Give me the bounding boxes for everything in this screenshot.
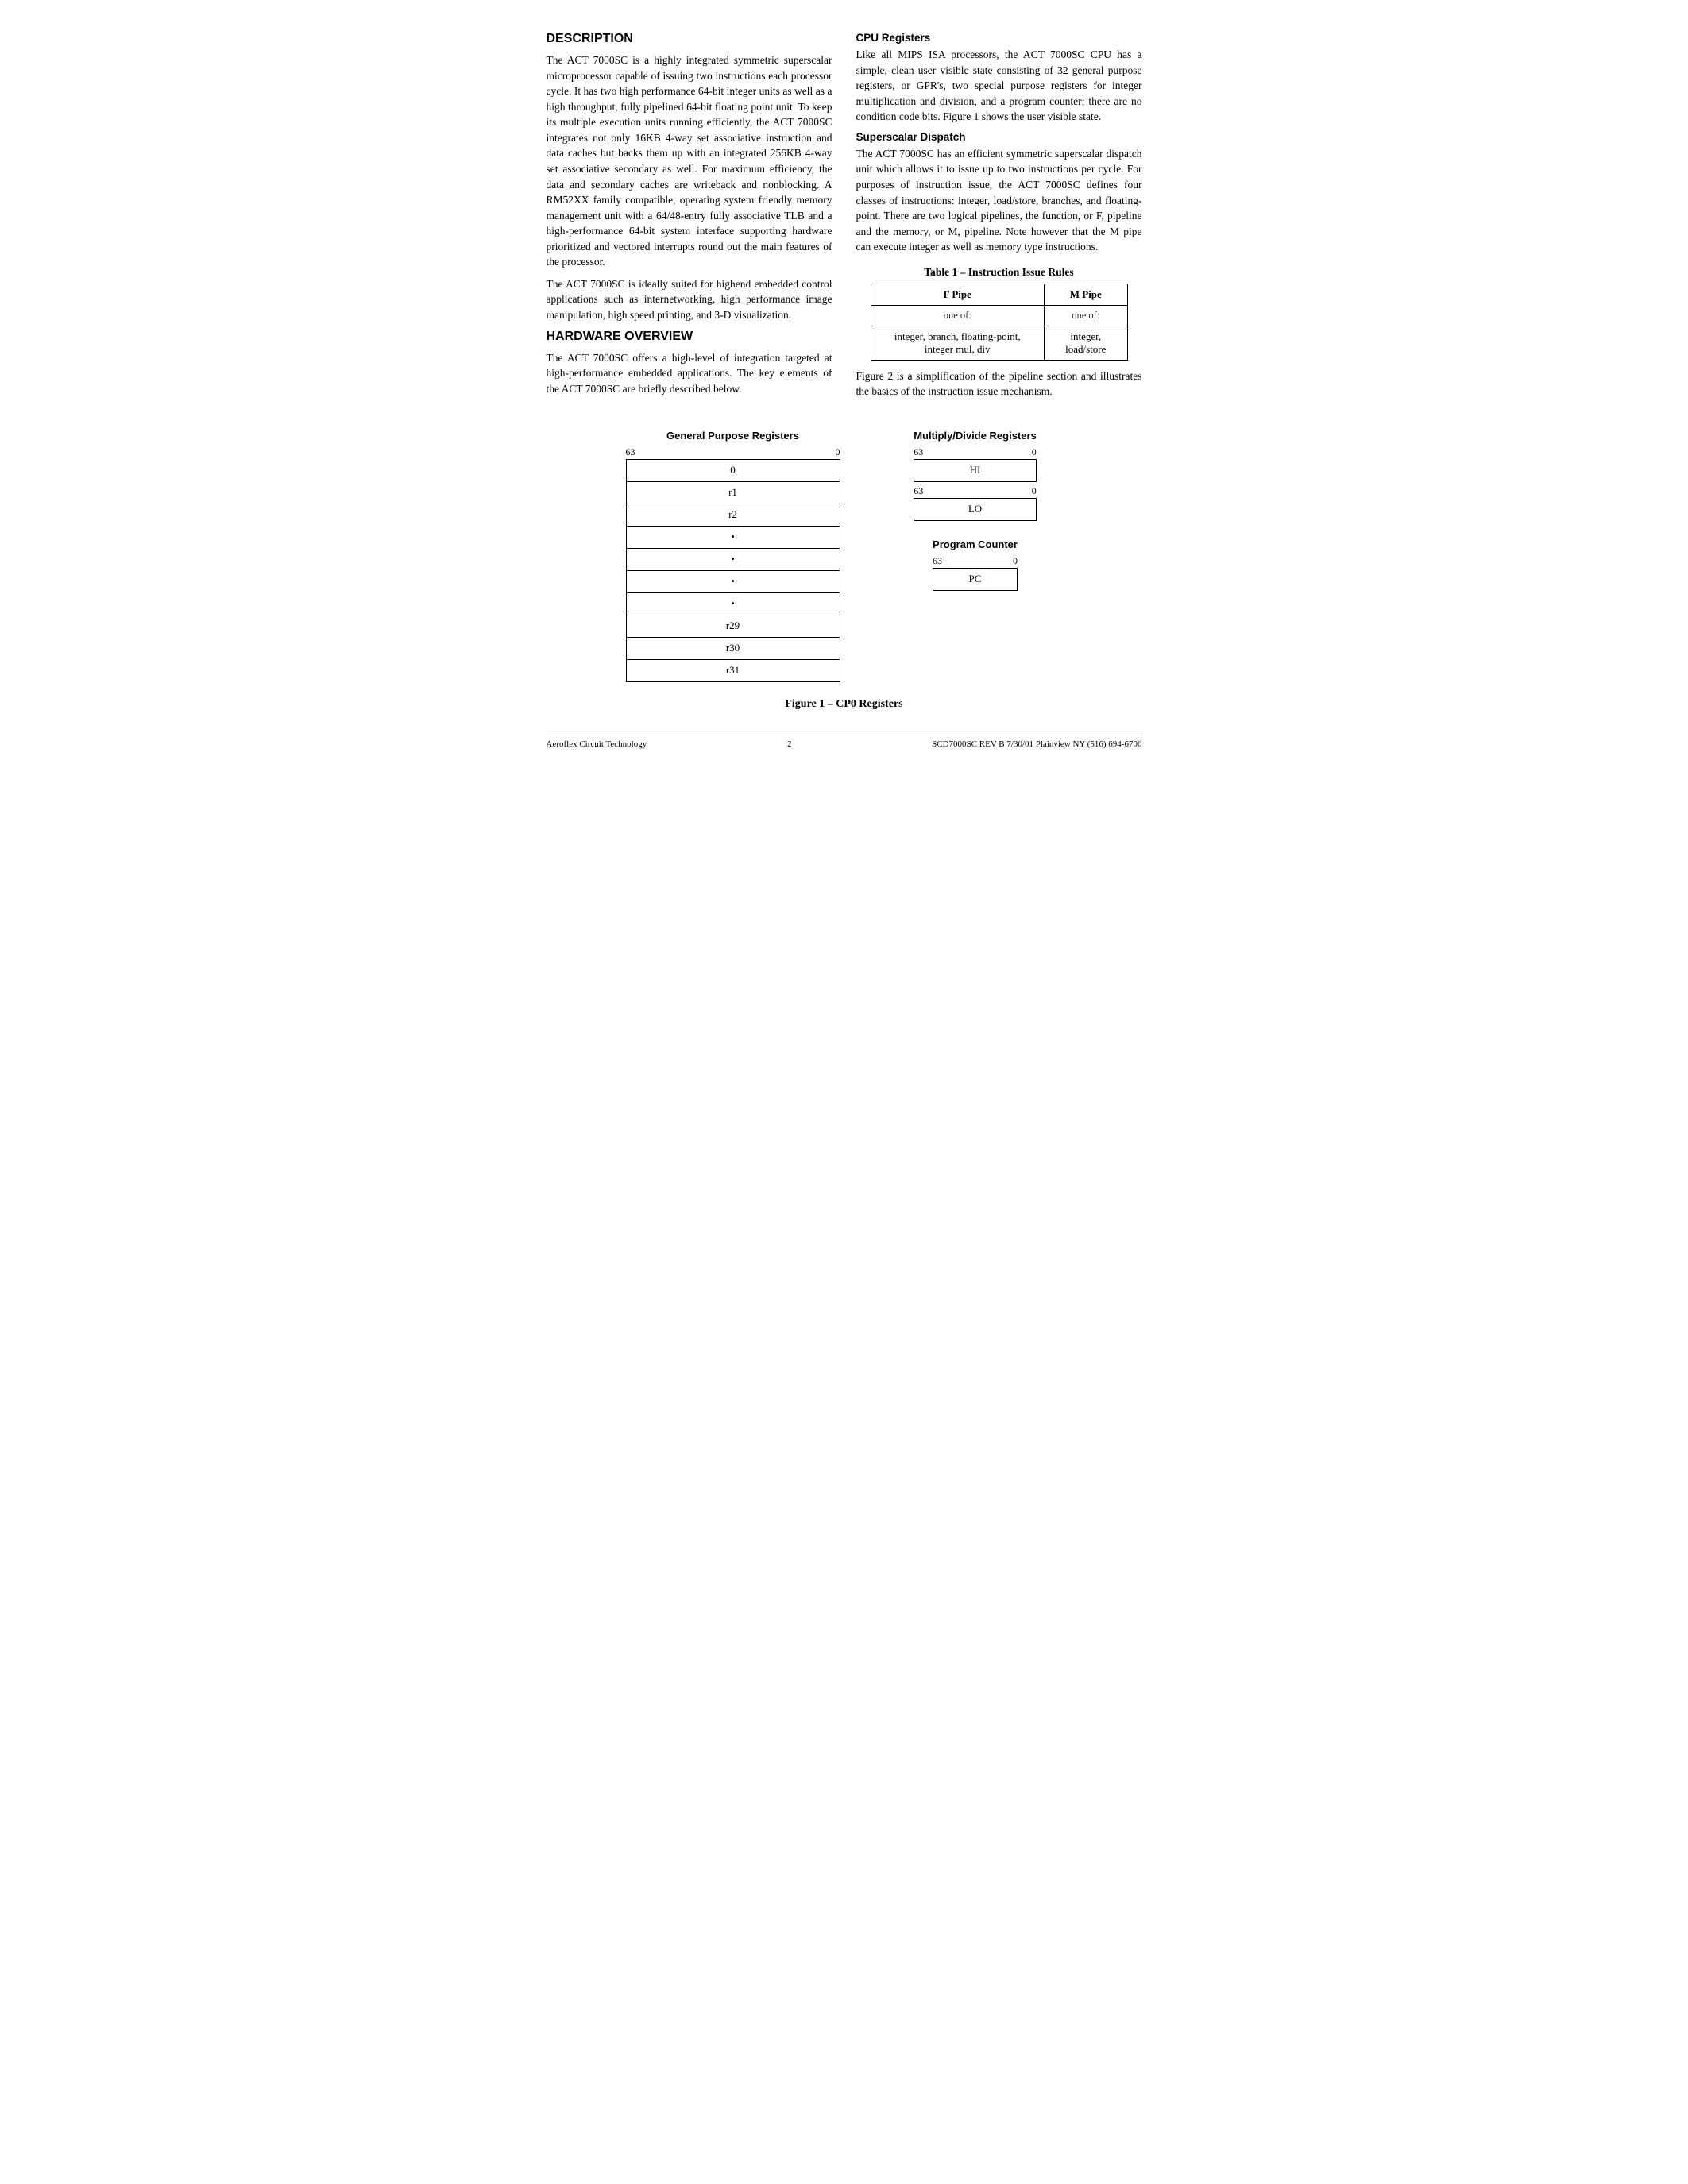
right-registers-block: Multiply/Divide Registers 63 0 HI 63 0 [888, 430, 1063, 682]
pc-label: Program Counter [933, 538, 1018, 550]
table-row-1: one of: one of: [871, 305, 1127, 326]
lo-register-row: LO [914, 498, 1037, 520]
gpr-row-31: r31 [626, 659, 840, 681]
page: DESCRIPTION The ACT 7000SC is a highly i… [547, 32, 1142, 905]
gpr-cell-0: 0 [626, 459, 840, 481]
lo-bit-low: 0 [1032, 485, 1037, 497]
footer-left: Aeroflex Circuit Technology [547, 739, 647, 749]
pc-bit-range: 63 0 [933, 555, 1018, 567]
figure-caption: Figure 1 – CP0 Registers [547, 698, 1142, 711]
gpr-bit-high: 63 [626, 446, 635, 458]
gpr-cell-dot1: • [626, 526, 840, 548]
gpr-label: General Purpose Registers [666, 430, 799, 442]
gpr-cell-dot3: • [626, 570, 840, 592]
gpr-table: 0 r1 r2 • • • [626, 459, 840, 682]
hi-bit-high: 63 [914, 446, 923, 458]
gpr-cell-2: r2 [626, 504, 840, 526]
hi-register-cell: HI [914, 459, 1037, 481]
gpr-bit-range: 63 0 [626, 446, 840, 458]
gpr-row-dot4: • [626, 592, 840, 615]
left-column: DESCRIPTION The ACT 7000SC is a highly i… [547, 32, 832, 406]
gpr-row-29: r29 [626, 615, 840, 637]
gpr-row-0: 0 [626, 459, 840, 481]
table-col1-header: F Pipe [871, 284, 1045, 305]
pc-bit-high: 63 [933, 555, 942, 567]
footer-right: SCD7000SC REV B 7/30/01 Plainview NY (51… [932, 739, 1141, 749]
pc-bit-low: 0 [1013, 555, 1018, 567]
description-para-2: The ACT 7000SC is ideally suited for hig… [547, 276, 832, 323]
hi-bit-range: 63 0 [914, 446, 1037, 458]
footer: Aeroflex Circuit Technology 2 SCD7000SC … [547, 735, 1142, 749]
table-row-2: integer, branch, floating-point, integer… [871, 326, 1127, 360]
table-row1-col2: one of: [1045, 305, 1127, 326]
gpr-cell-dot2: • [626, 548, 840, 570]
mul-div-label: Multiply/Divide Registers [914, 430, 1037, 442]
hi-register-table: HI [914, 459, 1037, 482]
footer-center: 2 [787, 739, 792, 749]
pc-register-row: PC [933, 568, 1018, 590]
cpu-registers-para: Like all MIPS ISA processors, the ACT 70… [856, 47, 1142, 125]
lo-bit-range: 63 0 [914, 485, 1037, 497]
lo-register-table: LO [914, 498, 1037, 521]
figures-section: General Purpose Registers 63 0 0 r1 r2 [547, 430, 1142, 682]
program-counter-group: Program Counter 63 0 PC [933, 538, 1018, 591]
gpr-figure: General Purpose Registers 63 0 0 r1 r2 [626, 430, 840, 682]
instruction-issue-table: F Pipe M Pipe one of: one of: integer, b… [871, 284, 1128, 361]
gpr-cell-29: r29 [626, 615, 840, 637]
gpr-cell-30: r30 [626, 637, 840, 659]
pc-register-cell: PC [933, 568, 1018, 590]
gpr-row-dot2: • [626, 548, 840, 570]
gpr-row-2: r2 [626, 504, 840, 526]
description-title: DESCRIPTION [547, 32, 832, 46]
table-col2-header: M Pipe [1045, 284, 1127, 305]
table-note: Figure 2 is a simplification of the pipe… [856, 369, 1142, 399]
gpr-bit-low: 0 [836, 446, 840, 458]
gpr-cell-31: r31 [626, 659, 840, 681]
right-column: CPU Registers Like all MIPS ISA processo… [856, 32, 1142, 406]
pc-register-table: PC [933, 568, 1018, 591]
hardware-overview-para: The ACT 7000SC offers a high-level of in… [547, 350, 832, 397]
gpr-row-1: r1 [626, 481, 840, 504]
hi-bit-low: 0 [1032, 446, 1037, 458]
gpr-row-dot3: • [626, 570, 840, 592]
hi-register-row: HI [914, 459, 1037, 481]
superscalar-dispatch-title: Superscalar Dispatch [856, 131, 1142, 143]
lo-register-cell: LO [914, 498, 1037, 520]
table-title: Table 1 – Instruction Issue Rules [856, 266, 1142, 279]
gpr-cell-dot4: • [626, 592, 840, 615]
superscalar-dispatch-para: The ACT 7000SC has an efficient symmetri… [856, 146, 1142, 255]
table-row2-col1: integer, branch, floating-point, integer… [871, 326, 1045, 360]
gpr-row-30: r30 [626, 637, 840, 659]
table-row2-col2: integer, load/store [1045, 326, 1127, 360]
hardware-overview-title: HARDWARE OVERVIEW [547, 330, 832, 344]
hardware-overview-section: HARDWARE OVERVIEW The ACT 7000SC offers … [547, 330, 832, 397]
lo-bit-high: 63 [914, 485, 923, 497]
multiply-divide-group: Multiply/Divide Registers 63 0 HI 63 0 [914, 430, 1037, 521]
description-para-1: The ACT 7000SC is a highly integrated sy… [547, 52, 832, 270]
gpr-row-dot1: • [626, 526, 840, 548]
table-row1-col1: one of: [871, 305, 1045, 326]
cpu-registers-title: CPU Registers [856, 32, 1142, 44]
top-section: DESCRIPTION The ACT 7000SC is a highly i… [547, 32, 1142, 406]
gpr-cell-1: r1 [626, 481, 840, 504]
instruction-issue-table-container: Table 1 – Instruction Issue Rules F Pipe… [856, 266, 1142, 361]
